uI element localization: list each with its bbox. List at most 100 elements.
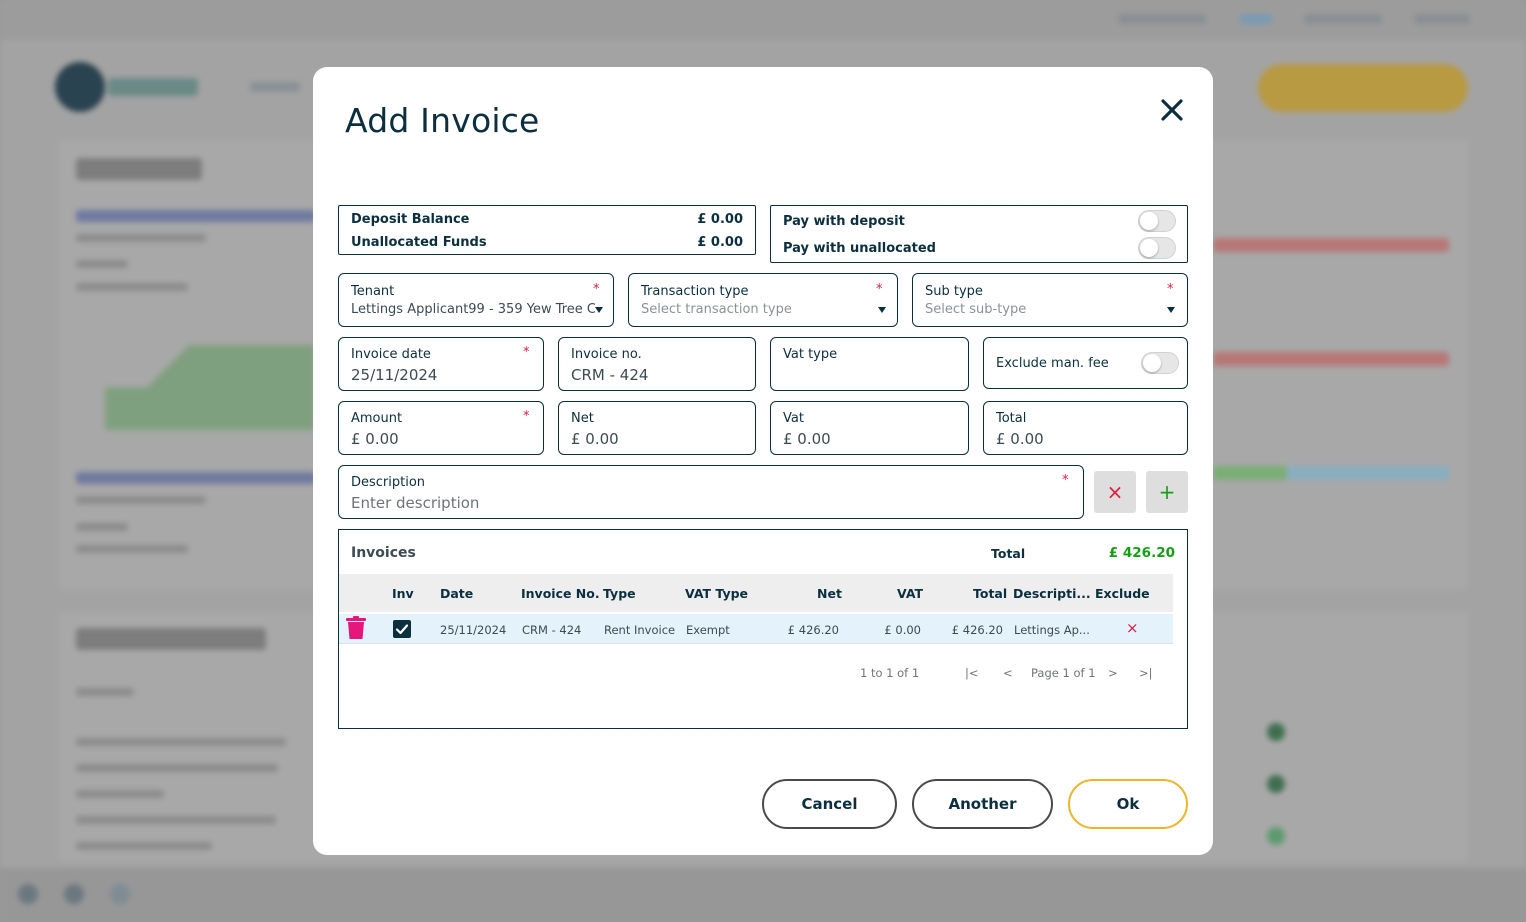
bg-line	[76, 738, 286, 746]
sub-type-placeholder: Select sub-type	[925, 302, 1027, 317]
amount-field[interactable]: Amount * £ 0.00	[338, 401, 544, 455]
net-field[interactable]: Net £ 0.00	[558, 401, 756, 455]
column-header-vat[interactable]: VAT	[897, 586, 923, 601]
close-icon: ×	[1106, 480, 1124, 504]
bg-dot	[1267, 775, 1285, 793]
table-row[interactable]: 25/11/2024 CRM - 424 Rent Invoice Exempt…	[339, 614, 1173, 644]
bg-line	[76, 842, 212, 850]
vat-value: £ 0.00	[783, 430, 831, 448]
column-header-net[interactable]: Net	[817, 586, 842, 601]
invoice-date-value: 25/11/2024	[351, 366, 438, 384]
required-marker: *	[523, 345, 530, 360]
column-header-date[interactable]: Date	[440, 586, 473, 601]
column-header-total[interactable]: Total	[973, 586, 1007, 601]
add-invoice-line-button[interactable]: +	[1146, 471, 1188, 513]
another-button[interactable]: Another	[912, 779, 1053, 829]
sub-type-select[interactable]: Sub type * Select sub-type	[912, 273, 1188, 327]
row-vat: £ 0.00	[884, 623, 921, 637]
bg-line	[76, 496, 206, 504]
next-page-icon[interactable]: >	[1108, 666, 1118, 680]
row-type: Rent Invoice	[604, 623, 676, 637]
unallocated-funds-label: Unallocated Funds	[351, 235, 487, 250]
trash-icon[interactable]	[345, 616, 367, 644]
bg-dot	[1267, 723, 1285, 741]
cancel-button[interactable]: Cancel	[762, 779, 897, 829]
bg-top-bar	[0, 0, 1526, 40]
column-header-description[interactable]: Descripti...	[1013, 586, 1091, 601]
required-marker: *	[523, 409, 530, 424]
invoices-title: Invoices	[351, 545, 416, 561]
last-page-icon[interactable]: >|	[1139, 666, 1153, 680]
required-marker: *	[593, 282, 600, 297]
pay-with-deposit-label: Pay with deposit	[783, 214, 905, 229]
bg-bar	[1213, 466, 1287, 480]
invoice-no-value: CRM - 424	[571, 366, 649, 384]
invoice-date-field[interactable]: Invoice date * 25/11/2024	[338, 337, 544, 391]
net-label: Net	[571, 411, 594, 426]
vat-type-field[interactable]: Vat type	[770, 337, 969, 391]
close-icon	[1161, 99, 1183, 121]
chevron-down-icon	[878, 307, 886, 313]
total-field[interactable]: Total £ 0.00	[983, 401, 1188, 455]
pay-options-box: Pay with deposit Pay with unallocated	[770, 205, 1188, 263]
chevron-down-icon	[1167, 307, 1175, 313]
pay-with-unallocated-label: Pay with unallocated	[783, 241, 936, 256]
column-header-invoice-no[interactable]: Invoice No.	[521, 586, 600, 601]
bg-bottom-icon	[18, 884, 38, 904]
check-icon	[395, 624, 409, 635]
deposit-balance-value: £ 0.00	[697, 212, 743, 227]
first-page-icon[interactable]: |<	[965, 666, 979, 680]
bg-top-link	[1414, 14, 1470, 24]
unallocated-funds-value: £ 0.00	[697, 235, 743, 250]
bg-line	[76, 260, 128, 268]
bg-account-button	[1258, 64, 1468, 112]
invoice-no-field[interactable]: Invoice no. CRM - 424	[558, 337, 756, 391]
ok-button[interactable]: Ok	[1068, 779, 1188, 829]
transaction-type-select[interactable]: Transaction type * Select transaction ty…	[628, 273, 898, 327]
bg-logo	[55, 62, 105, 112]
column-header-exclude[interactable]: Exclude	[1095, 586, 1150, 601]
bg-balance-title	[76, 628, 266, 650]
row-vat-type: Exempt	[686, 623, 730, 637]
description-field[interactable]: Description * Enter description	[338, 465, 1084, 519]
exclude-man-fee-toggle[interactable]	[1141, 352, 1179, 374]
vat-field[interactable]: Vat £ 0.00	[770, 401, 969, 455]
invoices-panel: Invoices Total £ 426.20 Inv Date Invoice…	[338, 529, 1188, 729]
net-value: £ 0.00	[571, 430, 619, 448]
clear-description-button[interactable]: ×	[1094, 471, 1136, 513]
exclude-man-fee-label: Exclude man. fee	[996, 356, 1109, 371]
invoices-total-value: £ 426.20	[1108, 545, 1175, 561]
column-header-vat-type[interactable]: VAT Type	[685, 586, 748, 601]
row-total: £ 426.20	[951, 623, 1003, 637]
bg-nav	[250, 82, 300, 92]
page-indicator: Page 1 of 1	[1031, 666, 1096, 680]
bg-top-link	[1304, 14, 1382, 24]
bg-line	[76, 790, 164, 798]
pay-with-unallocated-toggle[interactable]	[1138, 237, 1176, 259]
prev-page-icon[interactable]: <	[1003, 666, 1013, 680]
total-label: Total	[996, 411, 1027, 426]
vat-type-label: Vat type	[783, 347, 838, 362]
column-header-inv[interactable]: Inv	[392, 586, 414, 601]
add-invoice-modal: Add Invoice Deposit Balance £ 0.00 Unall…	[313, 67, 1213, 855]
required-marker: *	[1062, 473, 1069, 488]
column-header-type[interactable]: Type	[603, 586, 636, 601]
close-button[interactable]	[1155, 93, 1189, 127]
bg-line	[76, 234, 206, 242]
pay-with-deposit-toggle[interactable]	[1138, 210, 1176, 232]
tenant-select[interactable]: Tenant * Lettings Applicant99 - 359 Yew …	[338, 273, 614, 327]
sub-type-label: Sub type	[925, 284, 983, 299]
bg-bar	[1213, 352, 1449, 366]
description-placeholder: Enter description	[351, 494, 480, 512]
exclude-man-fee-box: Exclude man. fee	[983, 337, 1188, 389]
deposit-balance-label: Deposit Balance	[351, 212, 470, 227]
row-checkbox[interactable]	[393, 620, 411, 638]
balances-box: Deposit Balance £ 0.00 Unallocated Funds…	[338, 205, 756, 255]
exclude-icon[interactable]: ×	[1126, 619, 1139, 637]
bg-account-link	[76, 210, 316, 222]
pagination-range: 1 to 1 of 1	[860, 666, 920, 680]
bg-line	[76, 283, 188, 291]
bg-bottom-icon	[110, 884, 130, 904]
bg-account-link	[76, 472, 316, 484]
bg-top-link	[1118, 14, 1206, 24]
